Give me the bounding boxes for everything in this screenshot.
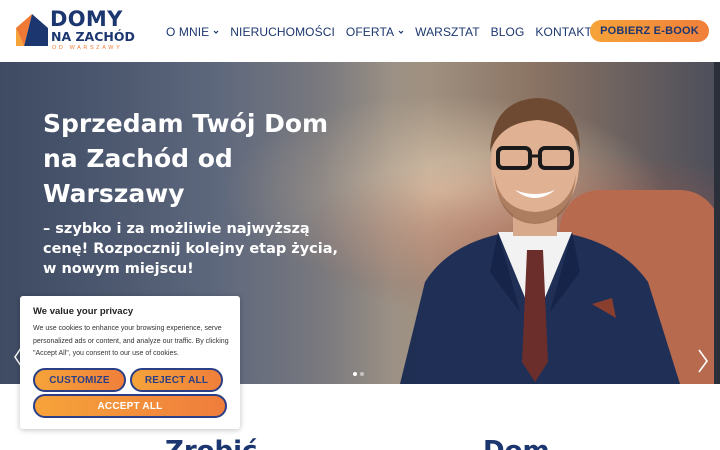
- nav-item-label: OFERTA: [345, 25, 395, 39]
- nav-item-label: KONTAKT: [535, 25, 592, 39]
- main-nav: O MNIE NIERUCHOMOŚCI OFERTA WARSZTAT BLO…: [166, 24, 592, 40]
- download-ebook-button[interactable]: POBIERZ E-BOOK: [590, 20, 709, 42]
- accept-all-button[interactable]: ACCEPT ALL: [33, 394, 227, 418]
- logo-line-3: OD WARSZAWY: [52, 45, 123, 51]
- chevron-down-icon: [398, 30, 404, 34]
- slider-dot[interactable]: [360, 372, 364, 376]
- section-heading-part-2: Dom: [483, 436, 550, 450]
- customize-cookies-button[interactable]: CUSTOMIZE: [33, 368, 126, 392]
- nav-item-nieruchomosci[interactable]: NIERUCHOMOŚCI: [230, 25, 335, 39]
- hero-edge-strip: [714, 62, 720, 384]
- cookie-description: We use cookies to enhance your browsing …: [33, 325, 229, 357]
- section-heading: Zrobić Dom: [165, 436, 585, 450]
- nav-item-oferta[interactable]: OFERTA: [346, 25, 404, 39]
- nav-item-kontakt[interactable]: KONTAKT: [535, 25, 591, 39]
- cookie-title: We value your privacy: [33, 306, 134, 317]
- slider-next-arrow-icon[interactable]: [697, 349, 709, 373]
- logo-line-1: DOMY: [50, 7, 123, 31]
- nav-item-blog[interactable]: BLOG: [491, 25, 525, 39]
- chevron-down-icon: [213, 30, 219, 34]
- site-header: DOMY NA ZACHÓD OD WARSZAWY O MNIE NIERUC…: [0, 0, 720, 62]
- page: DOMY NA ZACHÓD OD WARSZAWY O MNIE NIERUC…: [0, 0, 720, 450]
- section-heading-part-1: Zrobić: [165, 436, 257, 450]
- hero-subtitle: – szybko i za możliwie najwyższą cenę! R…: [43, 221, 339, 277]
- hero-title: Sprzedam Twój Dom na Zachód od Warszawy: [43, 109, 329, 208]
- reject-all-button[interactable]: REJECT ALL: [130, 368, 223, 392]
- logo-house-icon: [16, 14, 48, 46]
- nav-item-label: NIERUCHOMOŚCI: [230, 25, 335, 39]
- nav-item-label: WARSZTAT: [415, 25, 480, 39]
- slider-dot[interactable]: [353, 372, 357, 376]
- nav-item-o-mnie[interactable]: O MNIE: [166, 25, 219, 39]
- site-logo[interactable]: DOMY NA ZACHÓD OD WARSZAWY: [14, 8, 136, 56]
- logo-line-2: NA ZACHÓD: [51, 29, 135, 44]
- nav-item-warsztat[interactable]: WARSZTAT: [415, 25, 480, 39]
- nav-item-label: O MNIE: [166, 25, 210, 39]
- nav-item-label: BLOG: [490, 25, 525, 39]
- cookie-consent-banner: We value your privacy We use cookies to …: [20, 296, 240, 429]
- slider-pagination: [353, 372, 364, 376]
